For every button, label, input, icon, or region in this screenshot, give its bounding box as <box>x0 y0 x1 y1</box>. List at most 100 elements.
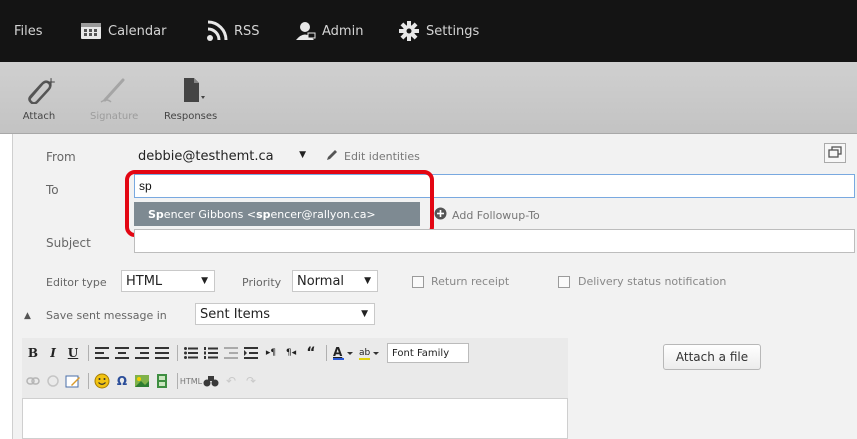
autocomplete-text-1: encer Gibbons < <box>163 207 257 221</box>
autocomplete-match-1: Sp <box>148 207 164 221</box>
indent-icon[interactable] <box>242 343 260 363</box>
redo-icon[interactable]: ↷ <box>242 371 260 391</box>
save-sent-label: Save sent message in <box>46 309 167 322</box>
align-left-icon[interactable] <box>93 343 111 363</box>
nav-files-label: Files <box>14 23 43 39</box>
edit-identities-label: Edit identities <box>344 150 420 163</box>
return-receipt-label: Return receipt <box>431 275 510 288</box>
window-icon <box>828 145 842 161</box>
rtl-icon[interactable]: ¶◂ <box>282 343 300 363</box>
emoticon-icon[interactable] <box>93 371 111 391</box>
editor-type-label: Editor type <box>46 276 107 289</box>
pen-icon <box>97 76 131 107</box>
responses-label: Responses <box>164 111 218 122</box>
svg-text:ab: ab <box>359 348 371 358</box>
underline-button[interactable]: U <box>64 343 82 363</box>
outdent-icon[interactable] <box>222 343 240 363</box>
autocomplete-suggestion[interactable]: Sp encer Gibbons < sp encer@rallyon.ca> <box>134 202 420 226</box>
editor-type-select[interactable]: HTML ▼ <box>121 270 215 292</box>
save-sent-value: Sent Items <box>200 306 271 322</box>
rss-icon <box>206 20 228 42</box>
paperclip-icon: + <box>22 75 56 107</box>
add-followup-link[interactable]: Add Followup-To <box>434 207 540 223</box>
undo-icon[interactable]: ↶ <box>222 371 240 391</box>
subject-label: Subject <box>46 236 91 250</box>
priority-label: Priority <box>242 276 282 289</box>
svg-text:+: + <box>46 76 56 89</box>
ltr-icon[interactable]: ▸¶ <box>262 343 280 363</box>
chevron-down-icon: ▼ <box>364 276 371 286</box>
attach-file-button[interactable]: Attach a file <box>663 344 761 370</box>
delivery-status-label: Delivery status notification <box>578 275 727 288</box>
save-sent-select[interactable]: Sent Items ▼ <box>195 303 375 325</box>
from-label: From <box>46 150 76 164</box>
highlight-color-icon[interactable]: ab <box>357 343 381 363</box>
to-input[interactable] <box>134 174 855 198</box>
subject-input[interactable] <box>134 229 855 253</box>
find-replace-icon[interactable] <box>202 371 220 391</box>
image-icon[interactable] <box>133 371 151 391</box>
font-family-value: Font Family <box>392 347 450 359</box>
nav-calendar-label: Calendar <box>108 23 167 39</box>
separator <box>177 373 178 389</box>
calendar-icon <box>80 21 102 41</box>
nav-settings[interactable]: Settings <box>398 0 479 62</box>
expand-window-button[interactable] <box>824 143 846 163</box>
editor-toolbar: B I U ▸¶ ¶◂ “ A ab Font Family Ω HTML ↶ … <box>22 338 568 398</box>
align-center-icon[interactable] <box>113 343 131 363</box>
separator <box>88 373 89 389</box>
nav-rss-label: RSS <box>234 23 260 39</box>
responses-button[interactable]: Responses <box>164 76 217 122</box>
top-navigation: Files Calendar RSS Admin Settings <box>0 0 857 62</box>
autocomplete-text-2: encer@rallyon.ca> <box>270 207 376 221</box>
text-color-icon[interactable]: A <box>331 343 355 363</box>
separator <box>88 345 89 361</box>
admin-user-icon <box>294 21 316 41</box>
nav-settings-label: Settings <box>426 23 480 39</box>
attach-label: Attach <box>22 111 56 122</box>
nav-admin-label: Admin <box>322 23 364 39</box>
edit-identities-link[interactable]: Edit identities <box>325 148 420 165</box>
blockquote-icon[interactable]: “ <box>302 343 320 363</box>
add-circle-icon <box>434 207 447 223</box>
collapse-arrow-icon[interactable]: ▲ <box>24 311 31 321</box>
add-followup-label: Add Followup-To <box>452 208 540 222</box>
link-icon[interactable] <box>24 371 42 391</box>
media-icon[interactable] <box>153 371 171 391</box>
priority-select[interactable]: Normal ▼ <box>292 270 378 292</box>
delivery-status-checkbox[interactable] <box>558 276 570 288</box>
html-source-icon[interactable]: HTML <box>180 371 202 391</box>
numbered-list-icon[interactable] <box>202 343 220 363</box>
from-select[interactable]: debbie@testhemt.ca ▼ <box>134 145 312 167</box>
svg-text:A: A <box>333 345 343 359</box>
nav-calendar[interactable]: Calendar <box>80 0 166 62</box>
separator <box>326 345 327 361</box>
nav-files[interactable]: Files <box>14 0 43 62</box>
chevron-down-icon: ▼ <box>201 276 208 286</box>
nav-rss[interactable]: RSS <box>206 0 260 62</box>
chevron-down-icon: ▼ <box>361 309 368 319</box>
bold-button[interactable]: B <box>24 343 42 363</box>
align-justify-icon[interactable] <box>153 343 171 363</box>
signature-button[interactable]: Signature <box>90 76 138 122</box>
attach-button[interactable]: + Attach <box>22 75 56 122</box>
signature-label: Signature <box>90 111 139 122</box>
italic-button[interactable]: I <box>44 343 62 363</box>
bullet-list-icon[interactable] <box>182 343 200 363</box>
editor-type-value: HTML <box>126 273 163 289</box>
from-value: debbie@testhemt.ca <box>138 148 274 164</box>
separator <box>177 345 178 361</box>
document-icon <box>174 76 208 107</box>
font-family-select[interactable]: Font Family <box>387 343 469 363</box>
priority-value: Normal <box>297 273 345 289</box>
unlink-icon[interactable] <box>44 371 62 391</box>
chevron-down-icon: ▼ <box>299 150 306 160</box>
return-receipt-checkbox[interactable] <box>412 276 424 288</box>
edit-image-icon[interactable] <box>64 371 82 391</box>
attach-file-label: Attach a file <box>675 350 749 364</box>
nav-admin[interactable]: Admin <box>294 0 363 62</box>
align-right-icon[interactable] <box>133 343 151 363</box>
special-char-icon[interactable]: Ω <box>113 371 131 391</box>
autocomplete-match-2: sp <box>256 207 271 221</box>
message-body-editor[interactable] <box>22 398 568 439</box>
